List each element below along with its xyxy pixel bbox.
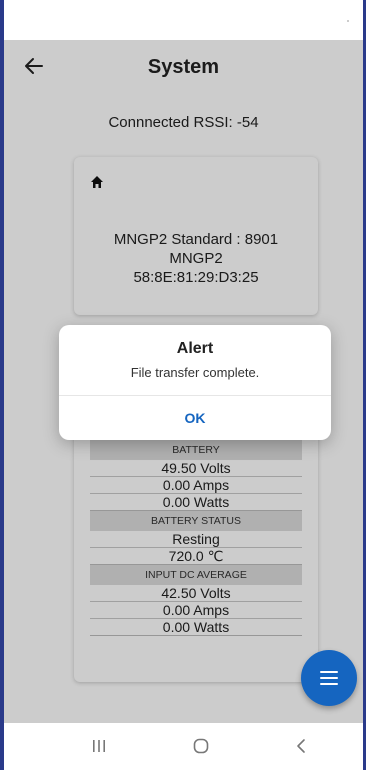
- back-nav-button[interactable]: [286, 733, 316, 759]
- app-screen: System Connnected RSSI: -54 MNGP2 Standa…: [4, 40, 363, 723]
- status-indicator: [347, 20, 349, 22]
- dialog-title: Alert: [176, 340, 214, 357]
- menu-icon: [320, 671, 338, 685]
- home-circle-icon: [193, 738, 209, 754]
- chevron-left-icon: [297, 739, 305, 753]
- system-nav-bar: [4, 723, 363, 770]
- alert-dialog: Alert File transfer complete. OK: [59, 325, 331, 440]
- recents-icon: [93, 740, 105, 752]
- recents-button[interactable]: [84, 733, 114, 759]
- ok-button[interactable]: OK: [59, 396, 331, 440]
- home-nav-button[interactable]: [186, 733, 216, 759]
- status-bar: [4, 0, 363, 40]
- dialog-message: File transfer complete.: [130, 365, 260, 380]
- menu-fab-button[interactable]: [301, 650, 357, 706]
- phone-frame: System Connnected RSSI: -54 MNGP2 Standa…: [0, 0, 366, 770]
